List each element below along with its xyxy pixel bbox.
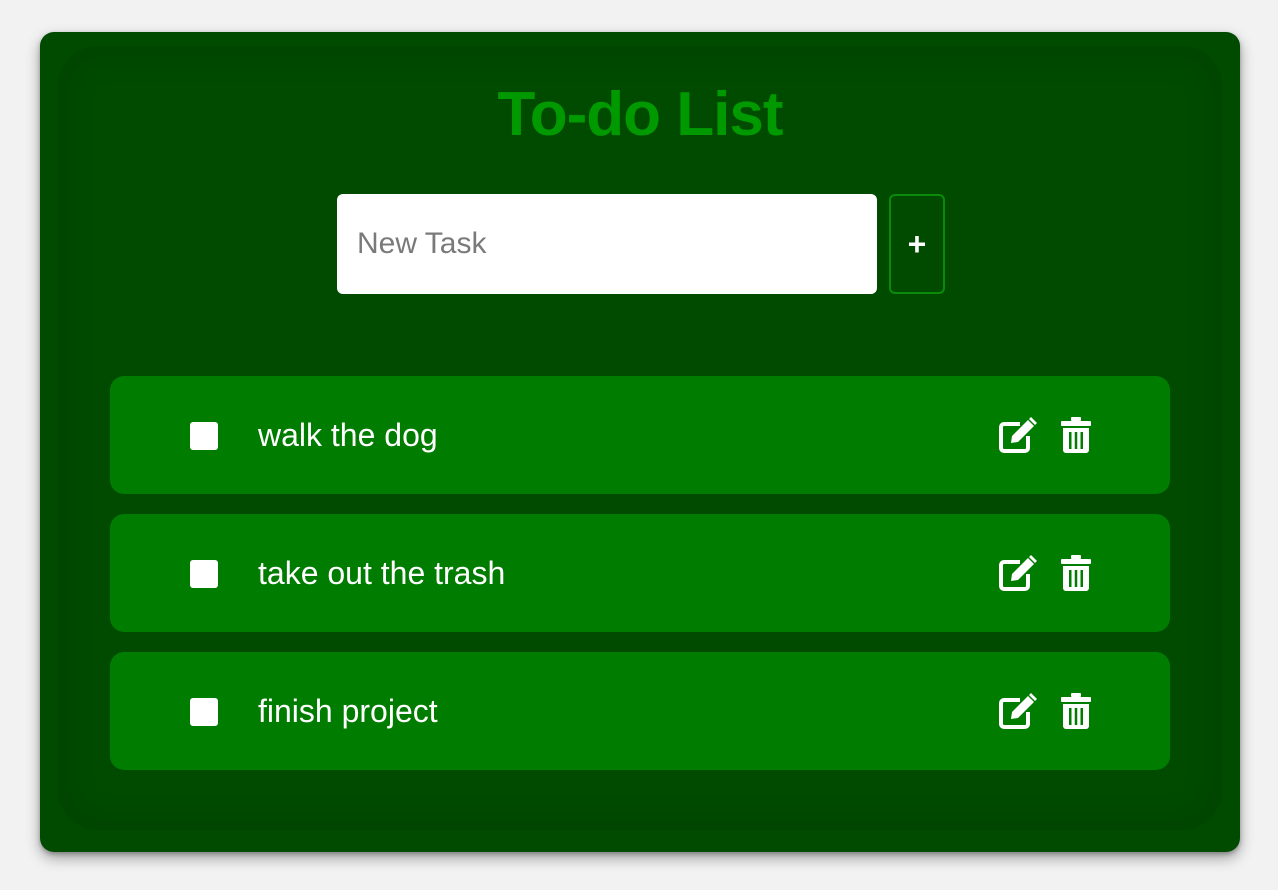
trash-icon[interactable] xyxy=(1060,554,1092,592)
task-checkbox[interactable] xyxy=(190,698,218,726)
task-list: walk the dog take out the trash finish p… xyxy=(110,376,1170,790)
trash-icon[interactable] xyxy=(1060,692,1092,730)
task-label: take out the trash xyxy=(258,555,506,591)
task-row: take out the trash xyxy=(110,514,1170,632)
edit-icon[interactable] xyxy=(998,554,1038,592)
new-task-input[interactable] xyxy=(337,194,877,294)
task-row: finish project xyxy=(110,652,1170,770)
task-label: walk the dog xyxy=(258,417,438,453)
task-checkbox[interactable] xyxy=(190,560,218,588)
task-checkbox[interactable] xyxy=(190,422,218,450)
page-title: To-do List xyxy=(497,80,784,149)
task-row: walk the dog xyxy=(110,376,1170,494)
todo-card: To-do List + walk the dog xyxy=(40,32,1240,852)
edit-icon[interactable] xyxy=(998,692,1038,730)
add-task-button[interactable]: + xyxy=(889,194,945,294)
edit-icon[interactable] xyxy=(998,416,1038,454)
trash-icon[interactable] xyxy=(1060,416,1092,454)
task-label: finish project xyxy=(258,693,438,729)
